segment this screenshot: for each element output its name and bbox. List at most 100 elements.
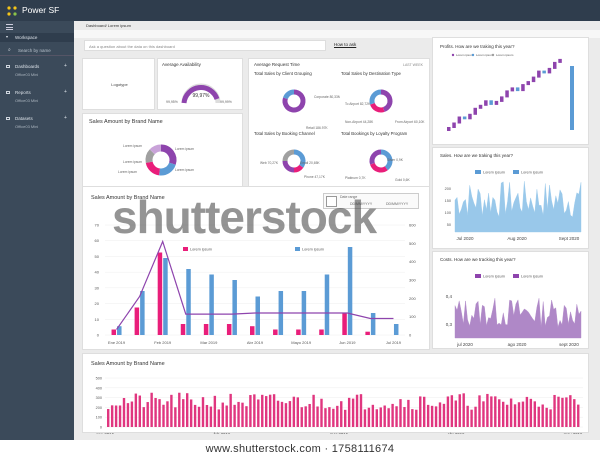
app-title: Power SF	[22, 5, 60, 15]
folder-icon	[6, 117, 10, 120]
bottom-bar	[209, 406, 213, 427]
sidebar-item-sub: Office03 Mini	[15, 72, 39, 77]
plus-icon[interactable]: +	[64, 115, 67, 121]
bottom-bar	[174, 407, 177, 427]
waterfall-bar	[515, 87, 520, 92]
bottom-bar	[458, 394, 461, 427]
bottom-bar	[253, 394, 256, 427]
sidebar-workspace[interactable]: ▾ Workspace	[0, 33, 74, 42]
waterfall-bar	[542, 70, 546, 74]
waterfall-bar	[510, 87, 515, 92]
sidebar-item-datasets[interactable]: Datasets + Office03 Mini	[0, 115, 74, 135]
bottom-bar	[577, 404, 580, 427]
brand-big-chart: 0 10 20 30 40 50 60 70 0 100 200 300 400 500 600 Ene 20…	[95, 223, 417, 346]
y-tick-right: 0	[409, 333, 412, 338]
plus-icon[interactable]: +	[64, 63, 67, 69]
bar-blue	[370, 313, 376, 335]
bottom-bar	[419, 396, 422, 427]
mini-donut-slice	[282, 160, 295, 173]
bottom-bar	[367, 407, 371, 427]
bottom-bar	[229, 393, 232, 427]
y-tick-left: 0	[97, 333, 100, 338]
sidebar-item-sub: Office03 Mini	[15, 124, 39, 129]
mini-chart-label: Phone 47,17K	[304, 175, 326, 179]
bottom-bar	[332, 408, 335, 427]
footer-caption: www.shutterstock.com · 1758111674	[0, 440, 600, 459]
bottom-bar	[351, 398, 355, 427]
x-tick: sept 2020	[559, 342, 579, 347]
bottom-card: Sales Amount by Brand Name 500 400 300 200 1…	[82, 353, 589, 434]
bottom-bar	[249, 395, 252, 427]
bottom-bar	[308, 403, 311, 427]
logo-card: Logotype	[82, 58, 155, 110]
waterfall-total-bar	[570, 66, 574, 130]
bottom-bar	[363, 409, 367, 427]
qa-input[interactable]: Ask a question about the data on this da…	[84, 40, 326, 51]
bottom-bar	[217, 409, 220, 427]
sidebar-search[interactable]: ⌕ Search by name	[0, 45, 74, 56]
y-tick: 300	[96, 396, 102, 400]
bar-pink	[250, 326, 255, 335]
availability-value: 99,97%	[192, 93, 210, 99]
waterfall-bar	[547, 67, 552, 74]
bottom-bar	[462, 393, 465, 427]
bottom-bar	[426, 404, 430, 427]
bottom-bar	[545, 407, 548, 427]
sidebar-item-label: Datasets	[15, 116, 33, 121]
sidebar-item-reports[interactable]: Reports + Office03 Mini	[0, 89, 74, 109]
plus-icon[interactable]: +	[64, 89, 67, 95]
search-input[interactable]: Search by name	[18, 48, 51, 53]
y-tick-right: 100	[409, 314, 416, 319]
legend-swatch	[475, 274, 481, 278]
bottom-bar	[415, 409, 418, 427]
mini-chart-3: Total Sales by Booking Channel Web 70,27K…	[254, 131, 340, 189]
bottom-bar	[509, 398, 513, 427]
bar-pink	[157, 252, 163, 335]
bottom-bar	[529, 398, 533, 427]
x-tick: Abr 2019	[247, 340, 264, 345]
x-tick: Jun 2019	[339, 340, 356, 345]
x-tick: jul 2020	[456, 342, 473, 347]
bottom-bar	[324, 408, 327, 427]
bar-blue	[163, 258, 168, 335]
range-label: LAST WEEK	[403, 63, 423, 67]
bottom-bar	[304, 406, 307, 427]
y-tick-left: 50	[95, 254, 100, 259]
folder-icon	[6, 91, 10, 94]
y-tick-right: 200	[409, 296, 416, 301]
bottom-bar	[521, 401, 525, 427]
bottom-bar	[170, 394, 173, 427]
sales-track-chart: Lorem ipsum Lorem ipsum Jul 2020 Aug 2020 Se…	[445, 170, 582, 241]
sidebar-item-sub: Office03 Mini	[15, 98, 39, 103]
main-area: Dashboard/ Lorem ipsum Ask a question ab…	[74, 21, 600, 440]
availability-card: Average Availability 99,97% 99,95% 99,99…	[157, 58, 243, 110]
mini-chart-label: Retail 186,97K	[306, 126, 328, 129]
bar-pink	[342, 313, 347, 335]
mini-donut-slice	[370, 102, 385, 113]
bottom-bar	[411, 409, 414, 427]
legend-label: Lorem ipsum	[302, 248, 324, 252]
x-tick: Jul 2019	[386, 340, 402, 345]
x-tick: ago 2020	[508, 342, 527, 347]
y-tick-left: 70	[95, 223, 100, 228]
x-tick: Ene 2019	[108, 340, 126, 345]
brand-small-label: Lorem ipsum	[175, 168, 194, 172]
bar-blue	[209, 274, 214, 335]
legend-label: Lorem ipsum	[496, 53, 514, 57]
x-tick: feb 2016	[214, 432, 231, 434]
legend-swatch-pink	[183, 247, 188, 251]
waterfall-bar	[494, 100, 499, 105]
x-tick: Jul 2020	[456, 236, 474, 241]
bottom-bar	[470, 409, 473, 427]
mini-donut: Silver 0,9K Platinum 0,7K Gold 0,6K	[345, 149, 410, 182]
sidebar-item-dashboards[interactable]: Dashboards + Office03 Mini	[0, 63, 74, 83]
bottom-bar	[454, 400, 457, 427]
hamburger-icon[interactable]	[6, 24, 13, 30]
how-to-ask-link[interactable]: How to ask	[334, 42, 356, 47]
x-tick: ene 2016	[96, 432, 115, 434]
waterfall-bar	[473, 107, 477, 115]
area-series	[454, 181, 582, 233]
bottom-bar	[114, 405, 118, 427]
bottom-bar	[553, 394, 556, 427]
bottom-bar	[193, 404, 197, 427]
